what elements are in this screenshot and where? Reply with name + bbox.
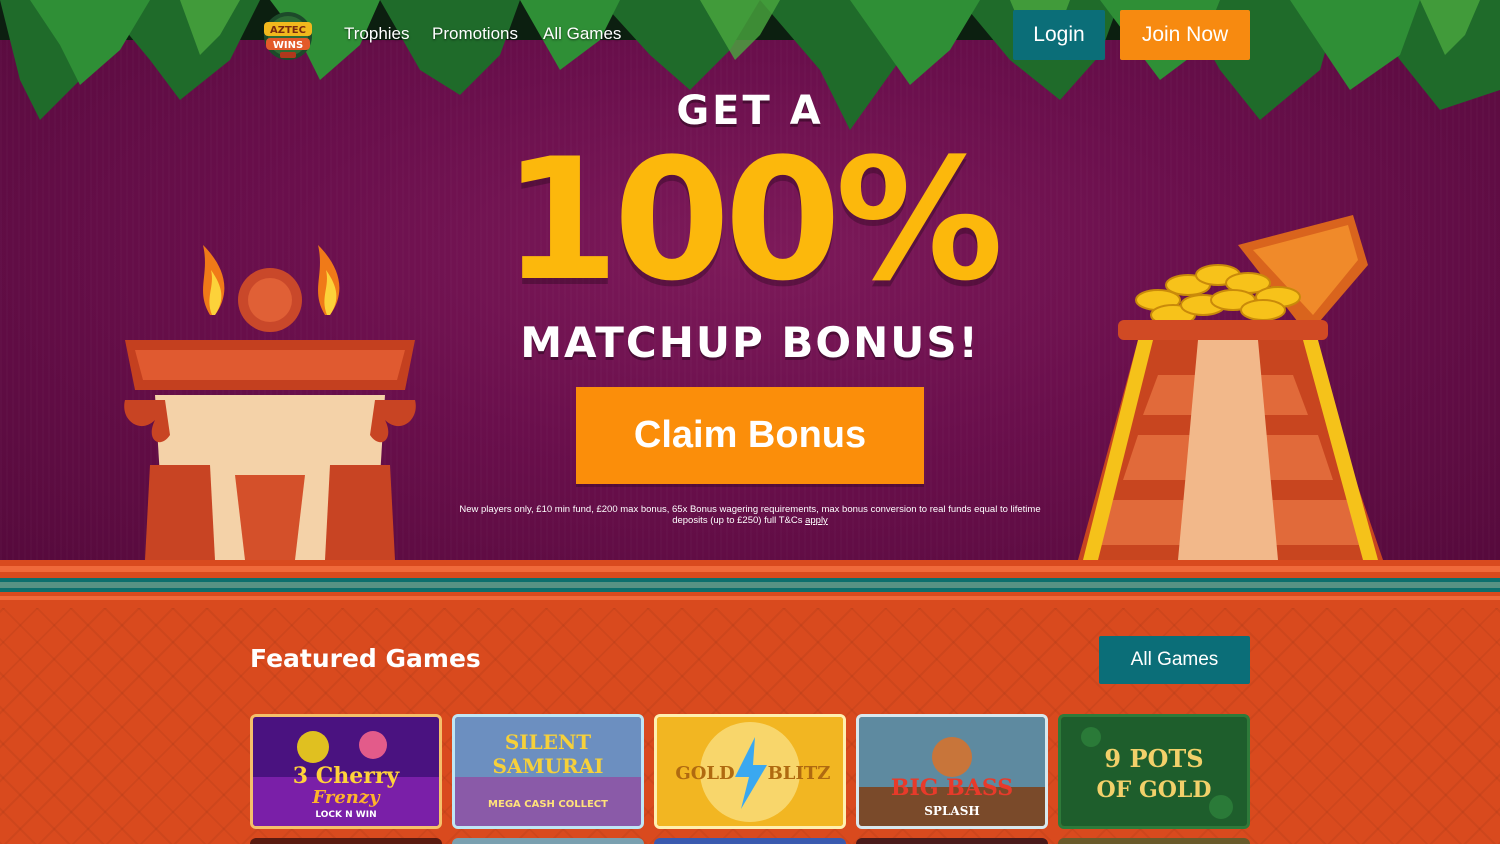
- login-button[interactable]: Login: [1013, 10, 1105, 60]
- game-tile-3-cherry-frenzy[interactable]: 3 Cherry Frenzy LOCK N WIN: [250, 714, 442, 829]
- logo-text-bottom: WINS: [273, 40, 303, 51]
- game-title-b: OF GOLD: [1097, 777, 1212, 803]
- game-title-a: SILENT: [505, 730, 591, 754]
- headline-matchup-bonus: MATCHUP BONUS!: [520, 318, 980, 367]
- game-title-a: BIG BASS: [891, 775, 1013, 801]
- game-title-b: SAMURAI: [492, 754, 603, 778]
- game-title-a: GOLD: [675, 763, 734, 784]
- featured-games-section: Featured Games All Games 3 Cherry Frenzy…: [0, 608, 1500, 844]
- game-title-b: SPLASH: [924, 804, 979, 818]
- game-tile-silent-samurai[interactable]: SILENT SAMURAI MEGA CASH COLLECT: [452, 714, 644, 829]
- game-title-b: Frenzy: [311, 787, 381, 808]
- game-tile-gold-blitz[interactable]: GOLD BLITZ: [654, 714, 846, 829]
- hero-banner: AZTEC WINS Trophies Promotions All Games…: [0, 0, 1500, 566]
- aztec-wins-logo[interactable]: AZTEC WINS: [250, 8, 326, 62]
- game-tile-row2[interactable]: [250, 838, 442, 844]
- game-tile-9-pots-of-gold[interactable]: 9 POTS OF GOLD: [1058, 714, 1250, 829]
- top-navigation: AZTEC WINS Trophies Promotions All Games…: [250, 0, 1250, 70]
- terms-text: New players only, £10 min fund, £200 max…: [459, 504, 1041, 526]
- game-title-b: BLITZ: [768, 763, 831, 784]
- nav-link-promotions[interactable]: Promotions: [432, 24, 518, 44]
- game-tile-row2[interactable]: [1058, 838, 1250, 844]
- game-title-c: MEGA CASH COLLECT: [488, 799, 608, 810]
- join-now-button[interactable]: Join Now: [1120, 10, 1250, 60]
- headline-percentage: 100%: [502, 122, 1003, 318]
- game-tile-big-bass-splash[interactable]: BIG BASS SPLASH: [856, 714, 1048, 829]
- game-title-c: LOCK N WIN: [315, 810, 376, 820]
- game-tile-row2[interactable]: [452, 838, 644, 844]
- game-title-a: 3 Cherry: [293, 763, 401, 789]
- nav-link-trophies[interactable]: Trophies: [344, 24, 410, 44]
- game-tile-row2[interactable]: [654, 838, 846, 844]
- aztec-border-band: [0, 560, 1500, 610]
- logo-text-top: AZTEC: [270, 25, 306, 36]
- claim-bonus-button[interactable]: Claim Bonus: [576, 387, 924, 484]
- all-games-button[interactable]: All Games: [1099, 636, 1250, 684]
- game-title-a: 9 POTS: [1104, 744, 1203, 773]
- bonus-terms: New players only, £10 min fund, £200 max…: [455, 504, 1045, 526]
- nav-link-all-games[interactable]: All Games: [543, 24, 621, 44]
- game-tile-row2[interactable]: [856, 838, 1048, 844]
- featured-games-title: Featured Games: [250, 644, 481, 673]
- terms-apply-link[interactable]: apply: [805, 515, 828, 526]
